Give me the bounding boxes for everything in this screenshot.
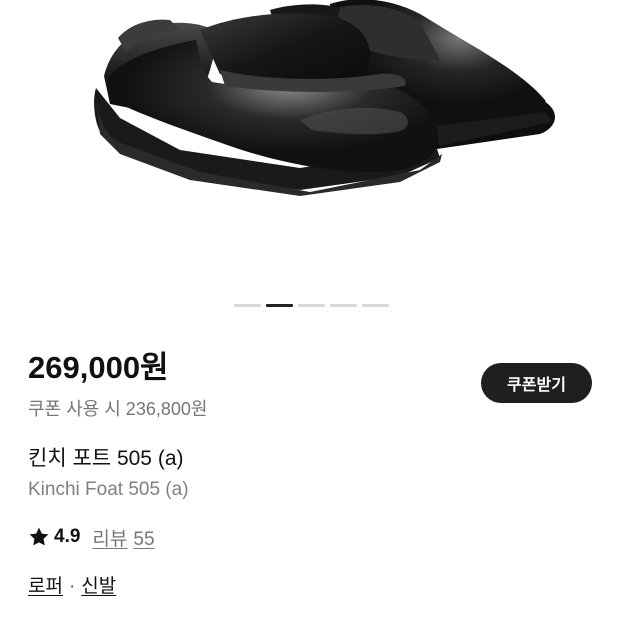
coupon-price: 쿠폰 사용 시 236,800원 <box>28 399 208 419</box>
carousel-dot-3[interactable] <box>298 304 325 307</box>
product-image[interactable] <box>0 0 620 290</box>
review-count: 55 <box>133 528 155 550</box>
product-name-korean: 킨치 포트 505 (a) <box>28 447 184 470</box>
carousel-dot-1[interactable] <box>234 304 261 307</box>
product-name-english: Kinchi Foat 505 (a) <box>28 479 189 500</box>
get-coupon-button[interactable]: 쿠폰받기 <box>481 363 592 403</box>
carousel-dot-2-active[interactable] <box>266 304 293 307</box>
review-label: 리뷰 <box>92 528 128 550</box>
category-breadcrumb: 로퍼 · 신발 <box>28 573 116 601</box>
category-separator: · <box>68 576 76 597</box>
product-detail-page: 269,000원 쿠폰받기 쿠폰 사용 시 236,800원 킨치 포트 505… <box>0 0 620 620</box>
carousel-dot-5[interactable] <box>362 304 389 307</box>
loafer-illustration <box>94 0 555 196</box>
carousel-indicators[interactable] <box>234 304 389 307</box>
product-price: 269,000원 <box>28 350 169 385</box>
star-icon <box>29 527 49 546</box>
review-link[interactable]: 리뷰 55 <box>92 524 154 551</box>
rating-value: 4.9 <box>54 526 81 547</box>
carousel-dot-4[interactable] <box>330 304 357 307</box>
category-link-shoes[interactable]: 신발 <box>81 576 116 597</box>
category-link-loafer[interactable]: 로퍼 <box>28 576 63 597</box>
rating-row: 4.9 리뷰 55 <box>28 523 155 551</box>
